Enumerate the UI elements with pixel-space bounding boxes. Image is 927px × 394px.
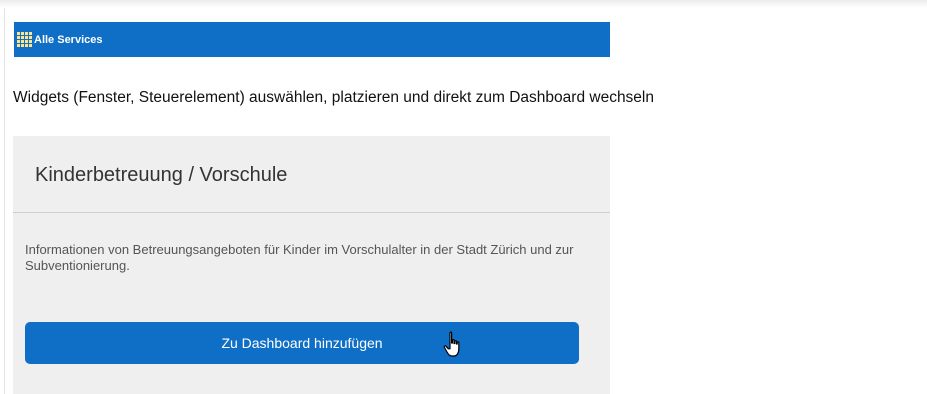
grid-icon — [17, 32, 32, 47]
all-services-label: Alle Services — [34, 33, 103, 46]
add-to-dashboard-label: Zu Dashboard hinzufügen — [221, 335, 383, 351]
widget-card: Kinderbetreuung / Vorschule Informatione… — [13, 136, 610, 394]
add-to-dashboard-button[interactable]: Zu Dashboard hinzufügen — [25, 322, 579, 364]
instruction-text: Widgets (Fenster, Steuerelement) auswähl… — [13, 89, 654, 106]
left-divider — [4, 8, 5, 394]
top-shadow — [0, 0, 927, 8]
card-divider — [13, 212, 610, 213]
widget-description: Informationen von Betreuungsangeboten fü… — [25, 242, 574, 273]
all-services-bar[interactable]: Alle Services — [14, 22, 610, 57]
hand-pointer-icon — [443, 331, 460, 357]
widget-title: Kinderbetreuung / Vorschule — [35, 164, 288, 186]
